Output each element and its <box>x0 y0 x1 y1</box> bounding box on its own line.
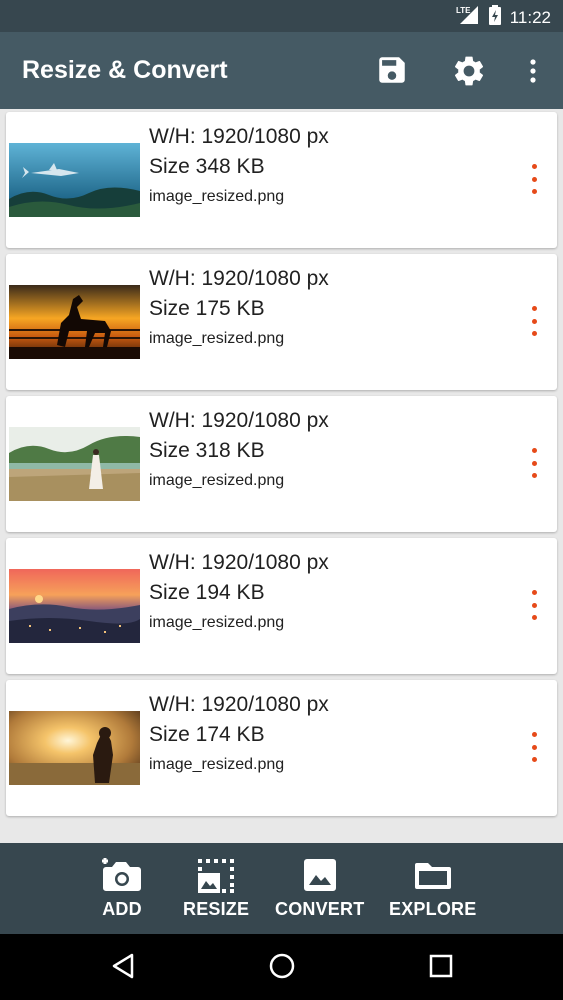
thumbnail-shark <box>9 143 140 217</box>
add-button[interactable]: ADD <box>100 857 144 920</box>
more-vert-icon <box>531 590 537 595</box>
bottom-action-bar: ADD RESIZE CONVERT EXPLORE <box>0 843 563 934</box>
folder-icon <box>414 863 451 889</box>
more-vert-icon <box>530 59 536 83</box>
save-button[interactable] <box>372 50 412 90</box>
item-filename: image_resized.png <box>149 472 285 489</box>
item-size: Size 194 KB <box>149 581 265 604</box>
item-size: Size 174 KB <box>149 723 265 746</box>
item-meta: W/H: 1920/1080 px Size 194 KB image_resi… <box>149 548 329 637</box>
item-filename: image_resized.png <box>149 330 285 347</box>
recents-icon <box>429 954 453 978</box>
item-dimensions: W/H: 1920/1080 px <box>149 551 329 574</box>
resize-button[interactable]: RESIZE <box>183 857 249 920</box>
photo-size-select-icon <box>198 859 235 893</box>
convert-button[interactable]: CONVERT <box>275 857 364 920</box>
settings-button[interactable] <box>448 50 490 92</box>
recents-button[interactable] <box>428 952 454 985</box>
status-bar: LTE 11:22 <box>0 0 563 32</box>
item-dimensions: W/H: 1920/1080 px <box>149 409 329 432</box>
item-dimensions: W/H: 1920/1080 px <box>149 693 329 716</box>
item-meta: W/H: 1920/1080 px Size 175 KB image_resi… <box>149 264 329 353</box>
item-menu-button[interactable] <box>525 306 543 336</box>
image-icon <box>303 859 336 891</box>
battery-icon <box>488 5 502 30</box>
gear-icon <box>454 56 484 86</box>
home-button[interactable] <box>268 952 296 985</box>
item-dimensions: W/H: 1920/1080 px <box>149 125 329 148</box>
list-item[interactable]: W/H: 1920/1080 px Size 318 KB image_resi… <box>6 396 557 532</box>
app-bar: Resize & Convert <box>0 32 563 109</box>
item-size: Size 348 KB <box>149 155 265 178</box>
item-menu-button[interactable] <box>525 164 543 194</box>
item-size: Size 175 KB <box>149 297 265 320</box>
item-filename: image_resized.png <box>149 614 285 631</box>
thumbnail-horse <box>9 285 140 359</box>
list-item[interactable]: W/H: 1920/1080 px Size 175 KB image_resi… <box>6 254 557 390</box>
more-vert-icon <box>531 164 537 169</box>
item-meta: W/H: 1920/1080 px Size 348 KB image_resi… <box>149 122 329 211</box>
item-filename: image_resized.png <box>149 188 285 205</box>
item-filename: image_resized.png <box>149 756 285 773</box>
more-vert-icon <box>531 732 537 737</box>
add-label: ADD <box>102 899 142 919</box>
clock: 11:22 <box>509 7 551 27</box>
image-list: W/H: 1920/1080 px Size 348 KB image_resi… <box>0 109 563 843</box>
explore-label: EXPLORE <box>389 899 477 919</box>
save-icon <box>379 57 405 83</box>
back-icon <box>112 953 134 979</box>
page-title: Resize & Convert <box>22 56 228 84</box>
list-item[interactable]: W/H: 1920/1080 px Size 194 KB image_resi… <box>6 538 557 674</box>
item-size: Size 318 KB <box>149 439 265 462</box>
resize-label: RESIZE <box>183 899 250 919</box>
item-dimensions: W/H: 1920/1080 px <box>149 267 329 290</box>
thumbnail-city <box>9 569 140 643</box>
add-photo-icon <box>102 858 141 891</box>
signal-icon: LTE <box>456 5 480 30</box>
more-vert-icon <box>531 448 537 453</box>
thumbnail-field <box>9 427 140 501</box>
explore-button[interactable]: EXPLORE <box>389 857 476 920</box>
item-menu-button[interactable] <box>525 590 543 620</box>
status-icons: LTE 11:22 <box>456 5 551 30</box>
system-nav-bar <box>0 934 563 1000</box>
overflow-menu-button[interactable] <box>519 52 547 90</box>
item-meta: W/H: 1920/1080 px Size 174 KB image_resi… <box>149 690 329 779</box>
item-menu-button[interactable] <box>525 732 543 762</box>
list-item[interactable]: W/H: 1920/1080 px Size 348 KB image_resi… <box>6 112 557 248</box>
item-menu-button[interactable] <box>525 448 543 478</box>
item-meta: W/H: 1920/1080 px Size 318 KB image_resi… <box>149 406 329 495</box>
thumbnail-silhouette <box>9 711 140 785</box>
network-label: LTE <box>456 6 471 15</box>
more-vert-icon <box>531 306 537 311</box>
convert-label: CONVERT <box>275 899 365 919</box>
list-item[interactable]: W/H: 1920/1080 px Size 174 KB image_resi… <box>6 680 557 816</box>
back-button[interactable] <box>110 952 136 985</box>
home-icon <box>269 953 295 979</box>
